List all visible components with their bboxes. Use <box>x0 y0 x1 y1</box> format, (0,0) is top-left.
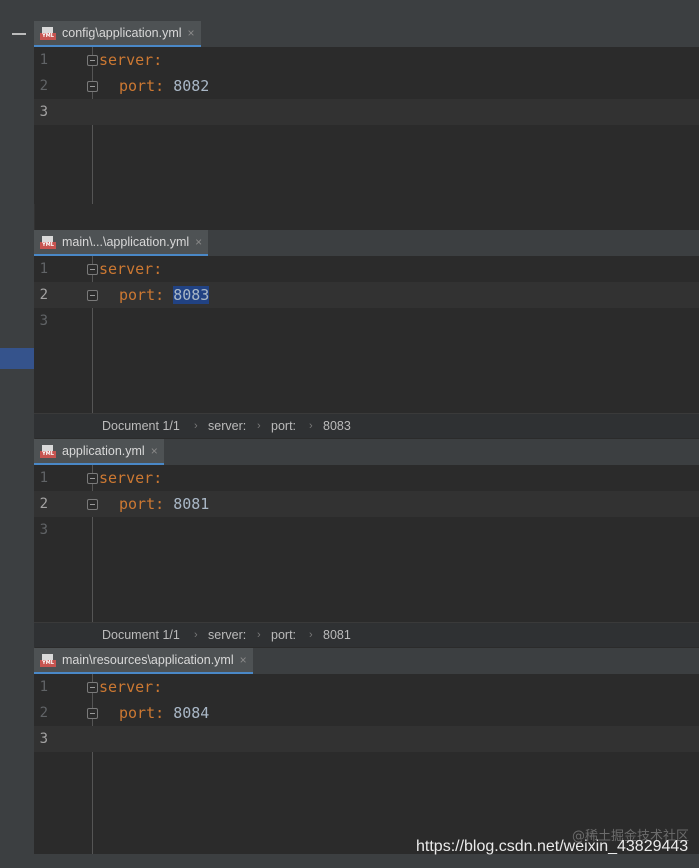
line-number: 1 <box>39 52 48 68</box>
breadcrumb-value[interactable]: 8083 <box>323 414 351 438</box>
selected-tree-row[interactable] <box>0 348 34 369</box>
yaml-value: 8082 <box>173 77 210 95</box>
line-number: 2 <box>39 287 48 303</box>
breadcrumb-separator-icon: › <box>309 420 313 432</box>
yaml-key: port <box>119 495 156 513</box>
code-line: 2 port: 8084 <box>34 700 699 726</box>
close-tab-icon[interactable]: × <box>188 26 195 40</box>
code-line: 3 <box>34 308 699 334</box>
line-number: 3 <box>39 731 48 747</box>
code-line-current: 2 port: 8083 <box>34 282 699 308</box>
breadcrumb: Document 1/1 › server: › port: › 8081 <box>34 622 699 647</box>
line-number: 2 <box>39 496 48 512</box>
project-side-panel <box>0 21 35 854</box>
yaml-key: port <box>119 704 156 722</box>
breadcrumb-separator-icon: › <box>194 629 198 641</box>
tab-strip: YML config\application.yml × <box>34 21 699 47</box>
code-editor[interactable]: 1 server: 2 port: 8082 3 <box>34 47 699 204</box>
yaml-value: 8081 <box>173 495 210 513</box>
editor-pane-3: YML application.yml × 1 server: 2 port: … <box>34 439 699 647</box>
close-tab-icon[interactable]: × <box>195 235 202 249</box>
yaml-key: server <box>99 469 154 487</box>
fold-icon[interactable] <box>87 708 98 719</box>
line-number: 3 <box>39 522 48 538</box>
yaml-key: server <box>99 260 154 278</box>
yaml-value: 8084 <box>173 704 210 722</box>
yml-file-icon: YML <box>40 26 56 40</box>
yaml-key: port <box>119 286 156 304</box>
code-line: 3 <box>34 517 699 543</box>
breadcrumb-separator-icon: › <box>309 629 313 641</box>
breadcrumb-server[interactable]: server: <box>208 414 246 438</box>
yml-file-icon: YML <box>40 653 56 667</box>
code-line: 1 server: <box>34 256 699 282</box>
code-line-current: 3 <box>34 99 699 125</box>
yml-file-icon: YML <box>40 444 56 458</box>
breadcrumb-separator-icon: › <box>257 420 261 432</box>
yaml-key: server <box>99 51 154 69</box>
breadcrumb-document[interactable]: Document 1/1 <box>102 414 180 438</box>
line-number: 1 <box>39 679 48 695</box>
breadcrumb-separator-icon: › <box>194 420 198 432</box>
line-number: 1 <box>39 470 48 486</box>
line-number: 3 <box>39 104 48 120</box>
yaml-value-selected[interactable]: 8083 <box>173 286 210 304</box>
fold-icon[interactable] <box>87 290 98 301</box>
yml-file-icon: YML <box>40 235 56 249</box>
close-tab-icon[interactable]: × <box>240 653 247 667</box>
breadcrumb-value[interactable]: 8081 <box>323 623 351 647</box>
code-line: 1 server: <box>34 47 699 73</box>
fold-icon[interactable] <box>87 682 98 693</box>
tab-label: application.yml <box>62 444 145 458</box>
breadcrumb-port[interactable]: port: <box>271 414 296 438</box>
editor-pane-4: YML main\resources\application.yml × 1 s… <box>34 648 699 854</box>
code-line-current: 3 <box>34 726 699 752</box>
close-tab-icon[interactable]: × <box>151 444 158 458</box>
top-toolbar <box>0 0 699 22</box>
tab-label: main\resources\application.yml <box>62 653 234 667</box>
code-line: 1 server: <box>34 465 699 491</box>
tab-main-application-yml[interactable]: YML main\...\application.yml × <box>34 230 209 256</box>
yaml-key: port <box>119 77 156 95</box>
code-editor[interactable]: 1 server: 2 port: 8081 3 <box>34 465 699 623</box>
fold-icon[interactable] <box>87 473 98 484</box>
tab-label: main\...\application.yml <box>62 235 190 249</box>
tab-strip: YML main\resources\application.yml × <box>34 648 699 674</box>
line-number: 2 <box>39 705 48 721</box>
tab-strip: YML main\...\application.yml × <box>34 230 699 256</box>
editor-pane-2: YML main\...\application.yml × 1 server:… <box>34 230 699 438</box>
breadcrumb-document[interactable]: Document 1/1 <box>102 623 180 647</box>
status-bar <box>0 854 699 868</box>
code-editor[interactable]: 1 server: 2 port: 8083 3 <box>34 256 699 414</box>
code-line: 2 port: 8082 <box>34 73 699 99</box>
tab-application-yml[interactable]: YML application.yml × <box>34 439 164 465</box>
tab-main-resources-application-yml[interactable]: YML main\resources\application.yml × <box>34 648 253 674</box>
breadcrumb-separator-icon: › <box>257 629 261 641</box>
code-line-current: 2 port: 8081 <box>34 491 699 517</box>
line-number: 3 <box>39 313 48 329</box>
collapse-icon[interactable] <box>12 33 26 35</box>
fold-icon[interactable] <box>87 81 98 92</box>
watermark-url: https://blog.csdn.net/weixin_43829443 <box>416 838 689 855</box>
code-line: 1 server: <box>34 674 699 700</box>
tab-config-application-yml[interactable]: YML config\application.yml × <box>34 21 201 47</box>
tab-label: config\application.yml <box>62 26 182 40</box>
breadcrumb: Document 1/1 › server: › port: › 8083 <box>34 413 699 438</box>
fold-icon[interactable] <box>87 499 98 510</box>
breadcrumb-server[interactable]: server: <box>208 623 246 647</box>
tab-strip: YML application.yml × <box>34 439 699 465</box>
yaml-key: server <box>99 678 154 696</box>
breadcrumb-port[interactable]: port: <box>271 623 296 647</box>
editor-pane-1: YML config\application.yml × 1 server: 2… <box>34 21 699 204</box>
fold-icon[interactable] <box>87 55 98 66</box>
fold-icon[interactable] <box>87 264 98 275</box>
line-number: 2 <box>39 78 48 94</box>
line-number: 1 <box>39 261 48 277</box>
